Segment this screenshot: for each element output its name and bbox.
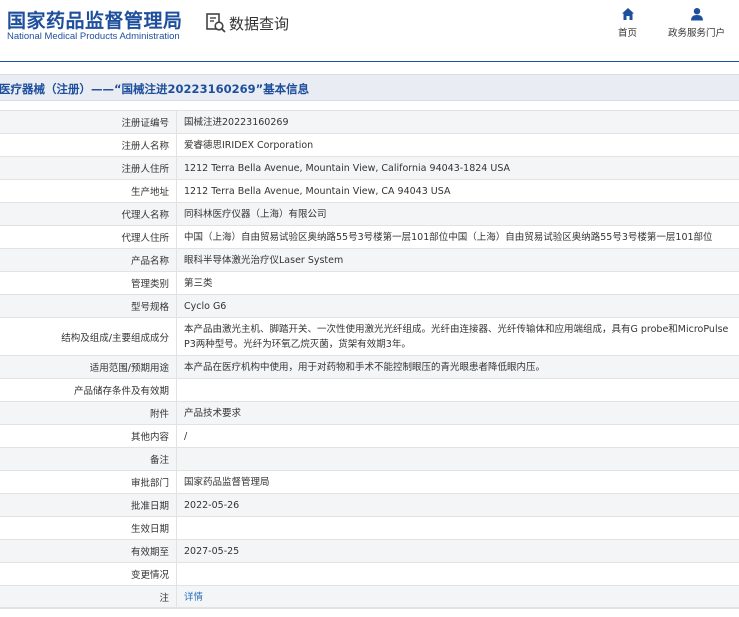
home-icon (621, 8, 634, 20)
table-row: 批准日期 2022-05-26 (0, 494, 739, 517)
table-row: 变更情况 (0, 563, 739, 586)
table-row: 产品储存条件及有效期 (0, 379, 739, 402)
table-bottom-divider (0, 607, 739, 608)
table-row: 生产地址 1212 Terra Bella Avenue, Mountain Vi… (0, 180, 739, 203)
row-label: 注册人名称 (0, 134, 177, 156)
row-value: Cyclo G6 (184, 300, 227, 312)
row-label: 型号规格 (0, 295, 177, 317)
row-value (177, 517, 739, 539)
row-value: 本产品在医疗机构中使用，用于对药物和手术不能控制眼压的青光眼患者降低眼内压。 (184, 361, 546, 373)
row-label: 代理人名称 (0, 203, 177, 225)
row-value: 2022-05-26 (184, 499, 240, 511)
row-label: 产品储存条件及有效期 (0, 379, 177, 401)
row-label: 代理人住所 (0, 226, 177, 248)
row-label: 生产地址 (0, 180, 177, 202)
table-row: 代理人名称 同科林医疗仪器（上海）有限公司 (0, 203, 739, 226)
info-table: 注册证编号 国械注进20223160269 注册人名称 爱睿德思IRIDEX Corp… (0, 110, 739, 609)
row-value: / (184, 430, 188, 442)
row-label: 注册人住所 (0, 157, 177, 179)
row-label: 注册证编号 (0, 111, 177, 133)
row-value (177, 379, 739, 401)
table-row: 审批部门 国家药品监督管理局 (0, 471, 739, 494)
header-divider (0, 61, 739, 62)
row-label: 审批部门 (0, 471, 177, 493)
table-row: 结构及组成/主要组成成分 本产品由激光主机、脚踏开关、一次性使用激光光纤组成。光纤… (0, 318, 739, 356)
nav-service-label: 政务服务门户 (668, 28, 726, 39)
row-label: 结构及组成/主要组成成分 (0, 318, 177, 355)
table-row: 管理类别 第三类 (0, 272, 739, 295)
data-search-icon (206, 13, 226, 33)
table-row: 附件 产品技术要求 (0, 402, 739, 425)
row-label: 生效日期 (0, 517, 177, 539)
row-label: 注 (0, 586, 177, 608)
table-row: 生效日期 (0, 517, 739, 540)
row-value (177, 563, 739, 585)
table-row: 备注 (0, 448, 739, 471)
nav-service-portal[interactable]: 政务服务门户 (668, 7, 725, 39)
row-value: 本产品由激光主机、脚踏开关、一次性使用激光光纤组成。光纤由连接器、光纤传输体和应… (184, 324, 729, 350)
row-value: 爱睿德思IRIDEX Corporation (184, 139, 314, 151)
row-value: 详情 (177, 586, 739, 608)
table-row: 有效期至 2027-05-25 (0, 540, 739, 563)
row-label: 有效期至 (0, 540, 177, 562)
row-value: 中国（上海）自由贸易试验区奥纳路55号3号楼第一层101部位中国（上海）自由贸易… (184, 231, 713, 243)
row-value: 第三类 (184, 277, 213, 289)
detail-link[interactable]: 详情 (184, 590, 203, 605)
page-title-bar: 医疗器械（注册）——“国械注进20223160269”基本信息 (0, 74, 739, 101)
table-row: 注详情 (0, 586, 739, 609)
row-value: 1212 Terra Bella Avenue, Mountain View, … (184, 162, 511, 174)
row-value: 国家药品监督管理局 (184, 476, 270, 488)
row-value: 眼科半导体激光治疗仪Laser System (184, 254, 344, 266)
nav-home-label: 首页 (618, 28, 638, 39)
row-value: 国械注进20223160269 (184, 116, 289, 128)
page-title: 医疗器械（注册）——“国械注进20223160269”基本信息 (0, 82, 310, 96)
table-row: 注册证编号 国械注进20223160269 (0, 111, 739, 134)
row-label: 备注 (0, 448, 177, 470)
table-row: 注册人名称 爱睿德思IRIDEX Corporation (0, 134, 739, 157)
logo-title-cn[interactable]: 国家药品监督管理局 (7, 6, 183, 33)
data-query-title[interactable]: 数据查询 (205, 12, 289, 34)
row-label: 管理类别 (0, 272, 177, 294)
nav-home[interactable]: 首页 (618, 7, 637, 39)
table-row: 适用范围/预期用途 本产品在医疗机构中使用，用于对药物和手术不能控制眼压的青光眼患… (0, 356, 739, 379)
table-row: 产品名称 眼科半导体激光治疗仪Laser System (0, 249, 739, 272)
logo-title-en[interactable]: National Medical Products Administration (7, 31, 180, 42)
row-value: 同科林医疗仪器（上海）有限公司 (184, 208, 327, 220)
row-value: 1212 Terra Bella Avenue, Mountain View, … (184, 185, 451, 197)
user-icon (690, 8, 703, 21)
table-row: 型号规格 Cyclo G6 (0, 295, 739, 318)
site-header: 国家药品监督管理局 National Medical Products Admi… (0, 0, 739, 60)
table-row: 代理人住所 中国（上海）自由贸易试验区奥纳路55号3号楼第一层101部位中国（上海… (0, 226, 739, 249)
row-label: 其他内容 (0, 425, 177, 447)
row-value (177, 448, 739, 470)
row-value: 产品技术要求 (184, 407, 242, 419)
row-label: 产品名称 (0, 249, 177, 271)
row-label: 变更情况 (0, 563, 177, 585)
table-row: 注册人住所 1212 Terra Bella Avenue, Mountain V… (0, 157, 739, 180)
row-label: 批准日期 (0, 494, 177, 516)
row-label: 适用范围/预期用途 (0, 356, 177, 378)
table-row: 其他内容 / (0, 425, 739, 448)
row-value: 2027-05-25 (184, 545, 240, 557)
data-query-label: 数据查询 (229, 14, 290, 33)
row-label: 附件 (0, 402, 177, 424)
